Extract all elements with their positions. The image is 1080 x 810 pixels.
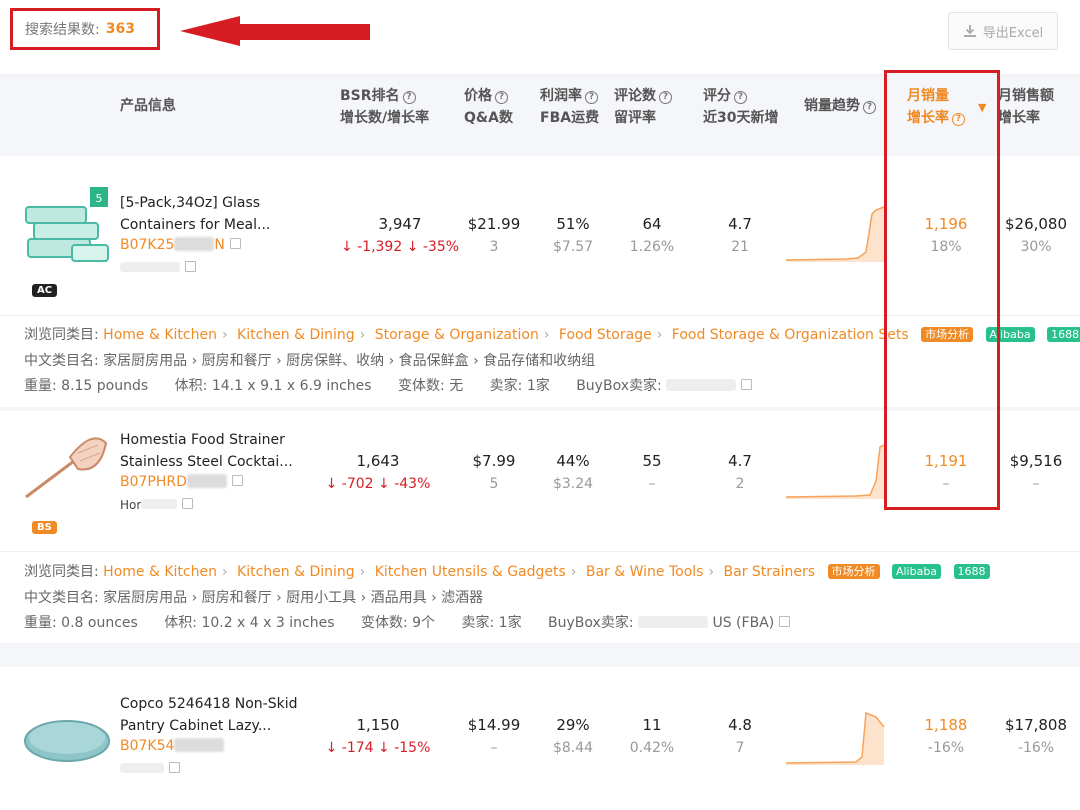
margin-cell: 44% $3.24 (552, 452, 594, 492)
bs-badge: BS (32, 521, 57, 534)
monthly-sales-cell: 1,196 18% (924, 215, 968, 255)
ac-badge: AC (32, 284, 58, 297)
header-product: 产品信息 (120, 98, 176, 114)
reviews-cell: 55– (642, 452, 662, 492)
market-analysis-tag[interactable]: 市场分析 (827, 564, 880, 579)
product-title[interactable]: Homestia Food Strainer Stainless Steel Co… (120, 429, 320, 473)
product-title[interactable]: [5-Pack,34Oz] Glass Containers for Meal..… (120, 192, 320, 236)
category-link[interactable]: Kitchen & Dining (237, 564, 355, 580)
product-asin[interactable]: B07K25 N (120, 237, 241, 253)
external-link-icon[interactable] (169, 762, 180, 773)
monthly-revenue-cell: $26,080 30% (1004, 215, 1068, 255)
svg-text:5: 5 (96, 192, 103, 205)
product-brand[interactable]: Hor (120, 498, 194, 512)
header-rating[interactable]: 评分? 近30天新增 (703, 85, 778, 129)
header-price[interactable]: 价格? Q&A数 (464, 85, 513, 129)
header-monthly-sales[interactable]: 月销量 增长率? (907, 85, 965, 129)
help-icon[interactable]: ? (585, 91, 598, 104)
product-brand[interactable] (120, 261, 196, 275)
1688-tag[interactable]: 1688 (1047, 327, 1080, 342)
sort-desc-icon[interactable]: ▼ (978, 101, 986, 114)
header-margin[interactable]: 利润率? FBA运费 (540, 85, 599, 129)
category-link[interactable]: Kitchen & Dining (237, 327, 355, 343)
header-monthly-revenue[interactable]: 月销售额 增长率 (998, 85, 1054, 129)
product-title[interactable]: Copco 5246418 Non-Skid Pantry Cabinet Laz… (120, 693, 320, 737)
cn-category-line: 中文类目名: 家居厨房用品 › 厨房和餐厅 › 厨用小工具 › 酒品用具 › 滤… (24, 590, 484, 606)
category-link[interactable]: Home & Kitchen (103, 564, 217, 580)
header-reviews[interactable]: 评论数? 留评率 (614, 85, 672, 129)
help-icon[interactable]: ? (402, 91, 416, 104)
toolbar: 搜索结果数: 363 导出Excel (0, 0, 1080, 70)
category-link[interactable]: Food Storage (559, 327, 652, 343)
alibaba-tag[interactable]: Alibaba (985, 327, 1035, 342)
table-header: 产品信息 BSR排名? 增长数/增长率 价格? Q&A数 利润率? FBA运费 … (0, 74, 1080, 156)
table-row: BS Homestia Food Strainer Stainless Steel… (0, 411, 1080, 643)
table-row: Copco 5246418 Non-Skid Pantry Cabinet Laz… (0, 667, 1080, 810)
product-specs-line: 重量: 8.15 pounds 体积: 14.1 x 9.1 x 6.9 inc… (24, 376, 753, 396)
sales-trend-chart[interactable] (786, 707, 886, 765)
header-trend[interactable]: 销量趋势? (804, 95, 876, 117)
alibaba-tag[interactable]: Alibaba (891, 564, 942, 579)
external-link-icon[interactable] (779, 616, 791, 627)
market-analysis-tag[interactable]: 市场分析 (921, 327, 974, 342)
download-icon (963, 25, 976, 37)
browse-category-line: 浏览同类目: Home & Kitchen › Kitchen & Dining ›… (24, 562, 990, 582)
red-arrow-annotation-icon (180, 16, 370, 46)
external-link-icon[interactable] (741, 379, 753, 390)
rating-cell: 4.7 21 (728, 215, 752, 255)
sales-trend-chart[interactable] (786, 204, 886, 262)
external-link-icon[interactable] (182, 498, 194, 509)
cn-category-line: 中文类目名: 家居厨房用品 › 厨房和餐厅 › 厨房保鲜、收纳 › 食品保鲜盒 … (24, 353, 596, 369)
help-icon[interactable]: ? (863, 101, 876, 114)
monthly-revenue-cell: $9,516– (1009, 452, 1063, 492)
product-image-lazy-susan[interactable] (22, 707, 112, 767)
external-link-icon[interactable] (229, 238, 241, 249)
category-link[interactable]: Food Storage & Organization Sets (672, 327, 909, 343)
margin-cell: 51% $7.57 (552, 215, 594, 255)
rating-cell: 4.8 7 (728, 716, 752, 756)
category-link[interactable]: Home & Kitchen (103, 327, 217, 343)
product-image-strainer[interactable] (22, 421, 112, 511)
search-result-label: 搜索结果数: (25, 22, 100, 38)
1688-tag[interactable]: 1688 (953, 564, 990, 579)
product-asin[interactable]: B07PHRD (120, 474, 243, 490)
product-specs-line: 重量: 0.8 ounces 体积: 10.2 x 4 x 3 inches 变… (24, 613, 791, 633)
header-bsr[interactable]: BSR排名? 增长数/增长率 (340, 85, 429, 129)
export-excel-button[interactable]: 导出Excel (948, 12, 1058, 50)
price-cell: $14.99– (467, 716, 521, 756)
category-link[interactable]: Kitchen Utensils & Gadgets (375, 564, 566, 580)
search-result-count-box: 搜索结果数: 363 (10, 8, 160, 50)
export-excel-label: 导出Excel (982, 25, 1044, 41)
external-link-icon[interactable] (185, 261, 196, 272)
category-link[interactable]: Bar Strainers (724, 564, 816, 580)
product-image-glass-containers[interactable]: 5 (22, 185, 112, 265)
reviews-cell: 11 0.42% (629, 716, 675, 756)
help-icon[interactable]: ? (659, 91, 672, 104)
browse-category-line: 浏览同类目: Home & Kitchen › Kitchen & Dining ›… (24, 325, 1080, 345)
help-icon[interactable]: ? (495, 91, 508, 104)
monthly-sales-cell: 1,188 -16% (924, 716, 968, 756)
sales-trend-chart[interactable] (786, 441, 886, 499)
reviews-cell: 64 1.26% (629, 215, 675, 255)
table-row: 5 AC [5-Pack,34Oz] Glass Containers for M… (0, 157, 1080, 407)
product-brand[interactable] (120, 762, 180, 776)
external-link-icon[interactable] (231, 475, 243, 486)
search-result-count: 363 (105, 21, 135, 37)
help-icon[interactable]: ? (734, 91, 747, 104)
monthly-revenue-cell: $17,808 -16% (1004, 716, 1068, 756)
bsr-cell: 3,947 ↓ -1,392 ↓ -35% (340, 215, 460, 255)
rating-cell: 4.7 2 (728, 452, 752, 492)
price-cell: $7.99 5 (472, 452, 516, 492)
category-link[interactable]: Storage & Organization (375, 327, 539, 343)
category-link[interactable]: Bar & Wine Tools (586, 564, 704, 580)
help-icon[interactable]: ? (952, 113, 965, 126)
price-cell: $21.99 3 (467, 215, 521, 255)
monthly-sales-cell: 1,191– (924, 452, 968, 492)
bsr-cell: 1,643 ↓ -702 ↓ -43% (325, 452, 431, 492)
margin-cell: 29% $8.44 (552, 716, 594, 756)
product-asin[interactable]: B07K54 (120, 738, 225, 754)
bsr-cell: 1,150 ↓ -174 ↓ -15% (325, 716, 431, 756)
